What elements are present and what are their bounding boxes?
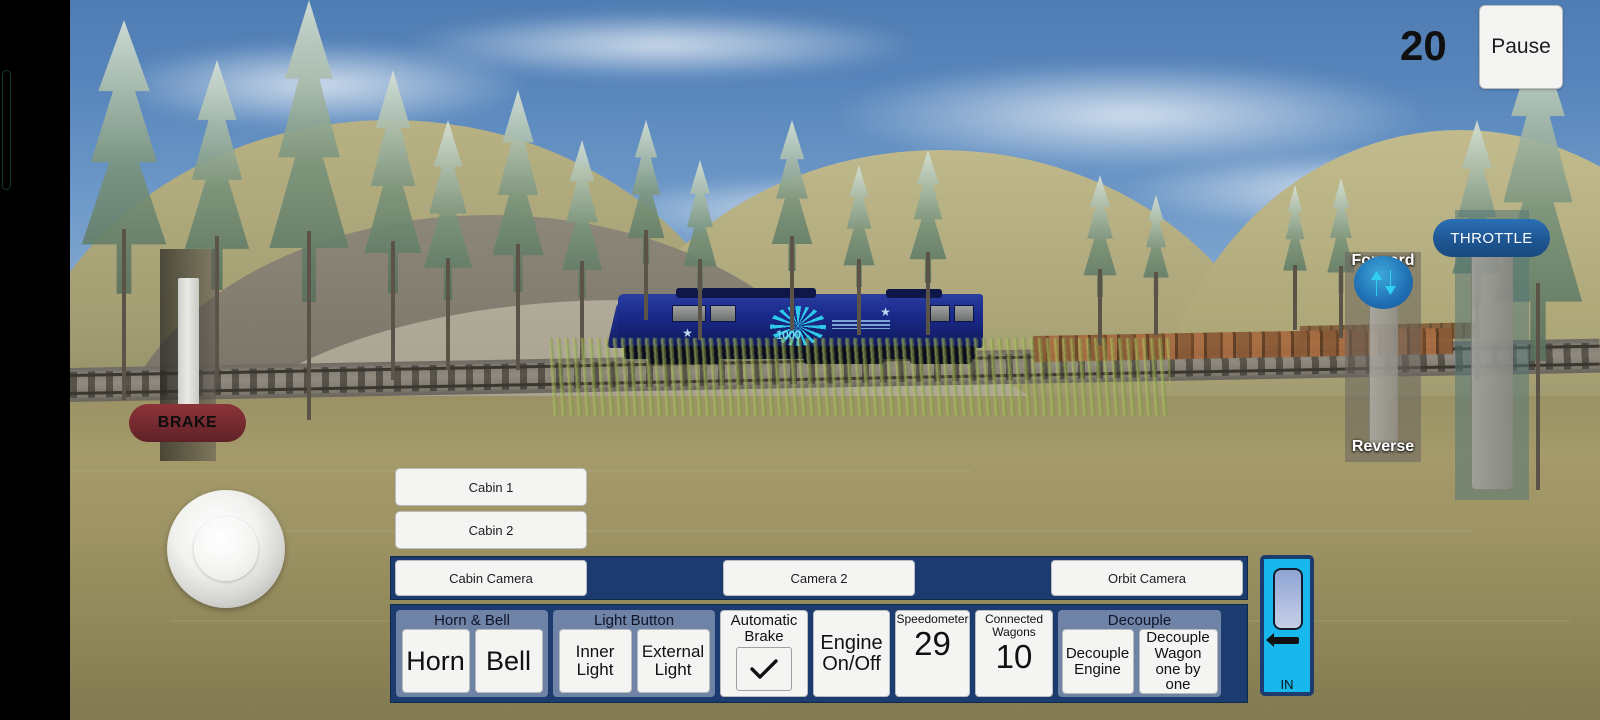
left-arrow-icon: [1266, 633, 1299, 647]
connected-wagons-card: Connected Wagons 10: [975, 610, 1053, 697]
horn-button[interactable]: Horn: [401, 629, 470, 693]
pause-button[interactable]: Pause: [1479, 5, 1563, 89]
direction-slider-bar: [1369, 288, 1398, 451]
throttle-slider-handle[interactable]: THROTTLE: [1433, 219, 1550, 257]
throttle-slider-bar: [1471, 238, 1513, 490]
direction-slider-handle[interactable]: [1354, 256, 1413, 309]
letterbox-left: [0, 0, 70, 720]
speedometer-card: Speedometer 29: [895, 610, 970, 697]
in-lever-label: IN: [1280, 677, 1294, 692]
connected-wagons-value: 10: [995, 638, 1033, 675]
reverse-label: Reverse: [1351, 438, 1415, 455]
camera-bar: Cabin Camera Camera 2 Orbit Camera: [390, 556, 1248, 600]
game-screen: 1000 ★ ★ 20 Pause BRAKE Cabin 1 Cabin 2 …: [0, 0, 1600, 720]
cabin-1-button[interactable]: Cabin 1: [395, 468, 587, 506]
in-lever-panel[interactable]: IN: [1260, 555, 1314, 696]
decouple-title: Decouple: [1107, 612, 1172, 629]
cabin-2-button[interactable]: Cabin 2: [395, 511, 587, 549]
movement-joystick[interactable]: [167, 490, 285, 608]
check-icon: [750, 659, 778, 679]
engine-on-off-button[interactable]: Engine On/Off: [813, 610, 890, 697]
brake-slider-fill: [178, 278, 199, 412]
automatic-brake-checkbox[interactable]: [736, 647, 792, 691]
score-counter: 20: [1400, 22, 1447, 69]
decouple-group: Decouple Decouple Engine Decouple Wagon …: [1058, 610, 1221, 697]
connected-wagons-label: Connected Wagons: [984, 612, 1044, 639]
inner-light-button[interactable]: Inner Light: [558, 629, 632, 693]
control-panel: Horn & Bell Horn Bell Light Button Inner…: [390, 604, 1248, 703]
camera-2-button[interactable]: Camera 2: [723, 560, 915, 596]
automatic-brake-card[interactable]: Automatic Brake: [720, 610, 808, 697]
cabin-camera-button[interactable]: Cabin Camera: [395, 560, 587, 596]
horn-bell-group: Horn & Bell Horn Bell: [396, 610, 548, 697]
up-down-arrows-icon: [1370, 269, 1396, 296]
light-button-title: Light Button: [593, 612, 675, 629]
hud-overlay: 20 Pause BRAKE Cabin 1 Cabin 2 Cabin Cam…: [0, 0, 1600, 720]
edge-notch: [2, 70, 11, 190]
external-light-button[interactable]: External Light: [636, 629, 710, 693]
decouple-engine-button[interactable]: Decouple Engine: [1061, 629, 1134, 694]
joystick-knob[interactable]: [194, 517, 258, 581]
automatic-brake-label: Automatic Brake: [730, 612, 798, 645]
in-lever-handle[interactable]: [1273, 568, 1303, 630]
bell-button[interactable]: Bell: [474, 629, 543, 693]
brake-slider-handle[interactable]: BRAKE: [129, 404, 246, 442]
orbit-camera-button[interactable]: Orbit Camera: [1051, 560, 1243, 596]
decouple-wagon-one-by-one-button[interactable]: Decouple Wagon one by one: [1138, 629, 1218, 694]
speedometer-value: 29: [914, 625, 951, 662]
horn-bell-title: Horn & Bell: [434, 612, 510, 629]
light-button-group: Light Button Inner Light External Light: [553, 610, 715, 697]
